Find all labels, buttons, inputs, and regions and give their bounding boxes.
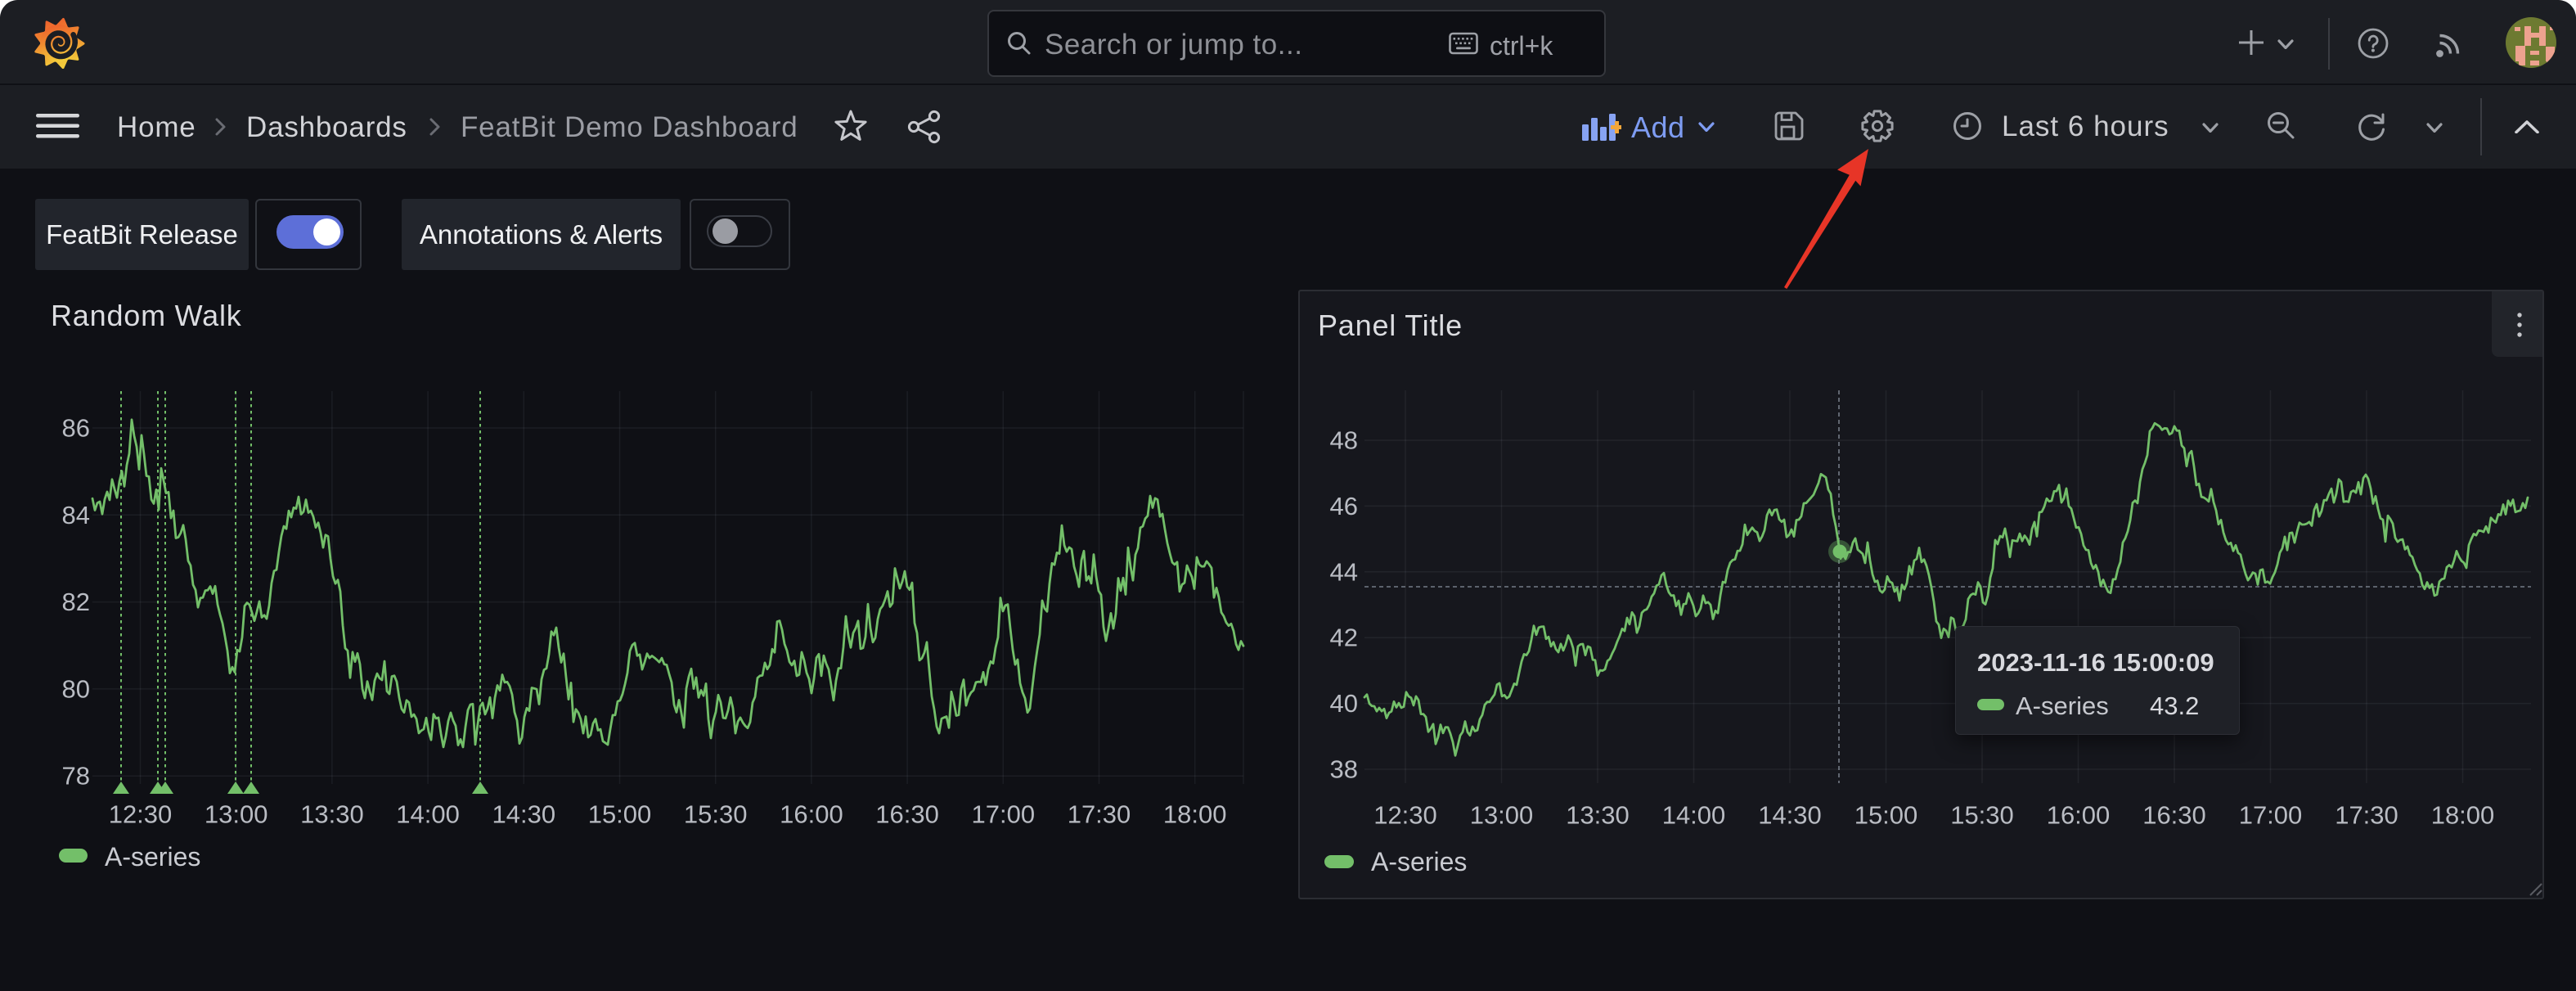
- svg-text:14:00: 14:00: [396, 800, 460, 829]
- svg-text:48: 48: [1330, 426, 1358, 455]
- svg-text:80: 80: [62, 674, 90, 703]
- svg-text:13:00: 13:00: [205, 800, 268, 829]
- svg-text:18:00: 18:00: [1163, 800, 1227, 829]
- svg-text:15:30: 15:30: [1950, 801, 2014, 830]
- svg-text:40: 40: [1330, 689, 1358, 718]
- svg-text:16:30: 16:30: [875, 800, 939, 829]
- svg-text:15:00: 15:00: [588, 800, 652, 829]
- svg-text:82: 82: [62, 588, 90, 616]
- svg-text:17:30: 17:30: [2335, 801, 2398, 830]
- svg-text:13:30: 13:30: [1566, 801, 1630, 830]
- svg-text:16:00: 16:00: [2047, 801, 2111, 830]
- svg-text:38: 38: [1330, 755, 1358, 784]
- svg-text:13:00: 13:00: [1470, 801, 1534, 830]
- svg-text:15:00: 15:00: [1854, 801, 1918, 830]
- svg-text:84: 84: [62, 501, 90, 529]
- svg-text:12:30: 12:30: [109, 800, 173, 829]
- svg-text:17:00: 17:00: [972, 800, 1036, 829]
- svg-text:18:00: 18:00: [2431, 801, 2495, 830]
- svg-text:13:30: 13:30: [300, 800, 364, 829]
- svg-text:42: 42: [1330, 624, 1358, 652]
- svg-text:16:00: 16:00: [780, 800, 843, 829]
- svg-text:A-series: A-series: [1371, 847, 1467, 876]
- svg-text:44: 44: [1330, 557, 1358, 586]
- svg-text:14:30: 14:30: [1758, 801, 1822, 830]
- svg-text:14:30: 14:30: [492, 800, 556, 829]
- svg-text:12:30: 12:30: [1373, 801, 1437, 830]
- svg-text:46: 46: [1330, 492, 1358, 520]
- svg-text:78: 78: [62, 762, 90, 791]
- svg-text:14:00: 14:00: [1662, 801, 1726, 830]
- svg-text:16:30: 16:30: [2142, 801, 2206, 830]
- svg-text:A-series: A-series: [105, 842, 200, 872]
- svg-text:17:30: 17:30: [1068, 800, 1131, 829]
- svg-text:17:00: 17:00: [2239, 801, 2303, 830]
- svg-text:86: 86: [62, 414, 90, 443]
- svg-text:15:30: 15:30: [684, 800, 748, 829]
